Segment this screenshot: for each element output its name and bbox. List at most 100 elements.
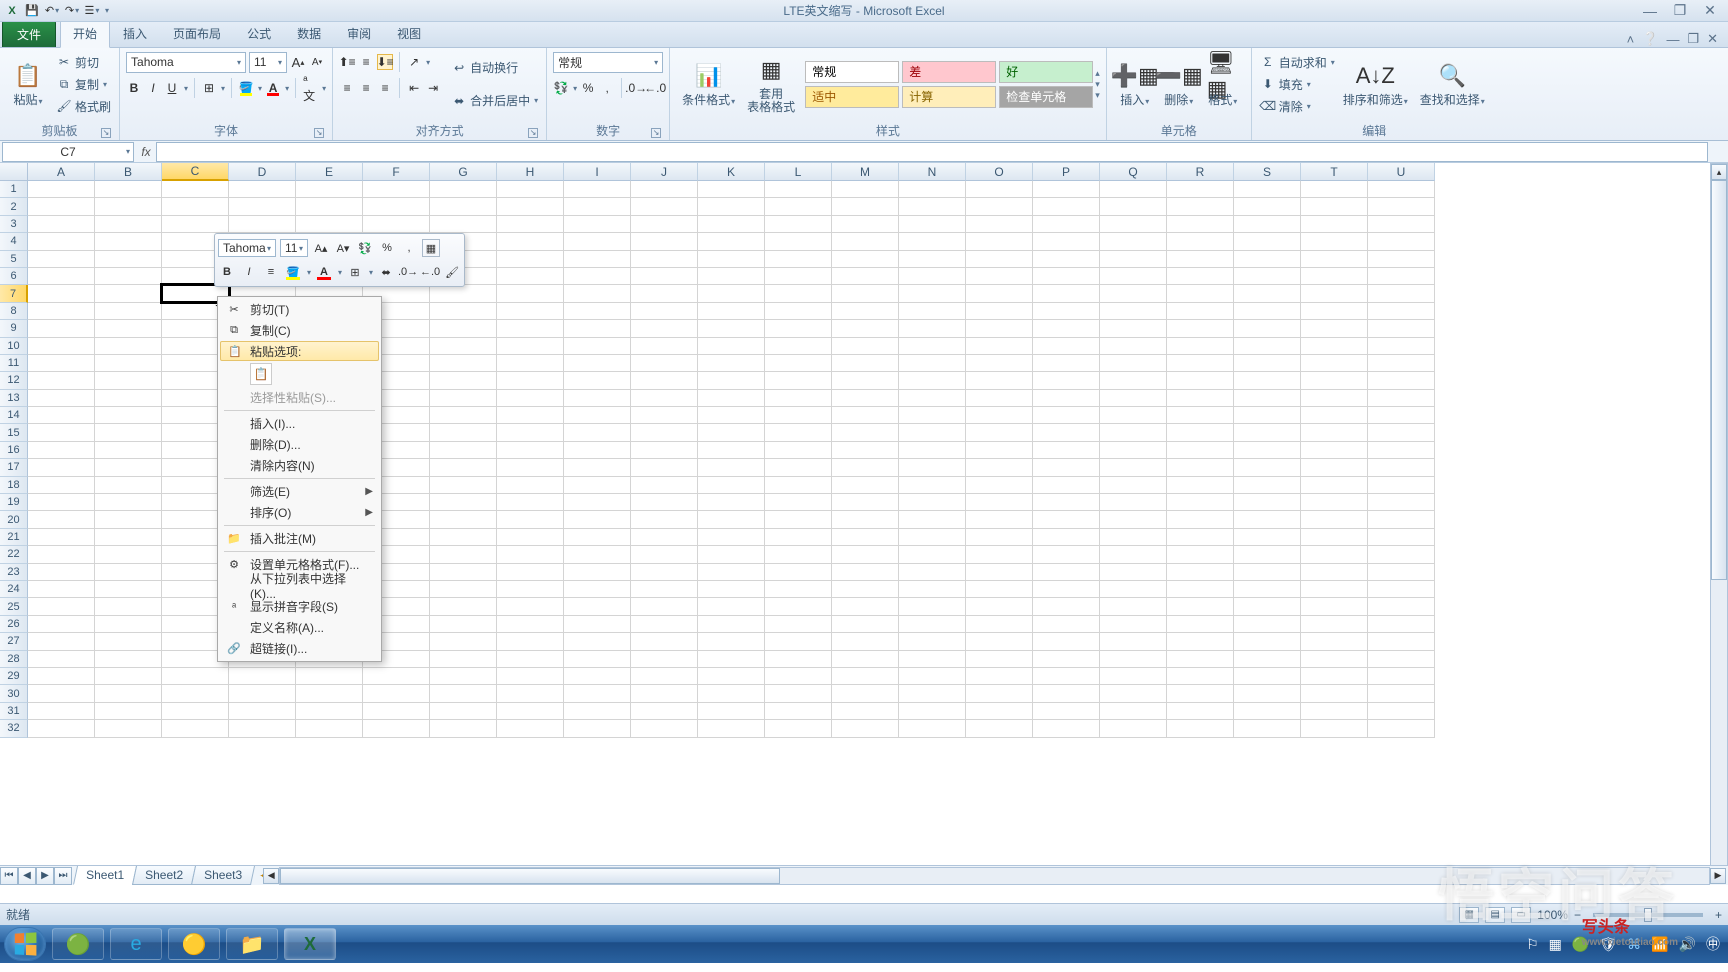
mini-fillcolor-icon[interactable]: 🪣: [284, 263, 302, 281]
column-header[interactable]: T: [1301, 163, 1368, 181]
scroll-up-icon[interactable]: ▴: [1711, 164, 1727, 180]
mini-accounting-icon[interactable]: 💱: [356, 239, 374, 257]
row-header[interactable]: 9: [0, 320, 28, 337]
table-format-button[interactable]: ▦套用 表格格式: [741, 51, 801, 117]
scroll-left-icon[interactable]: ◀: [263, 868, 279, 884]
conditional-format-button[interactable]: 📊条件格式▾: [676, 51, 741, 117]
align-bottom-icon[interactable]: ⬇≡: [377, 54, 393, 70]
tray-network-icon[interactable]: 📶: [1651, 936, 1668, 953]
cell-style-item[interactable]: 计算: [902, 86, 996, 108]
font-color-icon[interactable]: A: [265, 80, 281, 96]
sheet-tab[interactable]: Sheet2: [132, 866, 196, 885]
row-header[interactable]: 17: [0, 459, 28, 476]
style-scroll-down-icon[interactable]: ▾: [1095, 79, 1100, 90]
context-menu-item[interactable]: ⧉复制(C): [220, 320, 379, 341]
context-menu-item[interactable]: 📁插入批注(M): [220, 528, 379, 549]
column-header[interactable]: M: [832, 163, 899, 181]
clear-button[interactable]: ⌫清除▾: [1258, 97, 1337, 116]
row-header[interactable]: 6: [0, 268, 28, 285]
font-size-combo[interactable]: 11▾: [249, 52, 287, 73]
start-button[interactable]: [4, 927, 46, 961]
fill-color-icon[interactable]: 🪣: [238, 80, 254, 96]
cell-style-item[interactable]: 好: [999, 61, 1093, 83]
hscroll-thumb[interactable]: [280, 868, 780, 884]
dialog-launcher-icon[interactable]: ↘: [528, 128, 538, 138]
workbook-close-icon[interactable]: ✕: [1707, 31, 1718, 47]
align-left-icon[interactable]: ≡: [339, 80, 355, 96]
taskbar-item-excel[interactable]: X: [284, 928, 336, 960]
align-top-icon[interactable]: ⬆≡: [339, 54, 355, 70]
tray-app-icon[interactable]: ▦: [1549, 936, 1562, 953]
row-header[interactable]: 8: [0, 303, 28, 320]
qat-customize-icon[interactable]: ▾: [105, 6, 109, 15]
column-header[interactable]: E: [296, 163, 363, 181]
row-header[interactable]: 16: [0, 442, 28, 459]
vscroll-thumb[interactable]: [1711, 180, 1727, 580]
zoom-out-icon[interactable]: −: [1574, 908, 1581, 922]
zoom-in-icon[interactable]: +: [1715, 908, 1722, 922]
column-header[interactable]: C: [162, 163, 229, 181]
align-center-icon[interactable]: ≡: [358, 80, 374, 96]
align-right-icon[interactable]: ≡: [377, 80, 393, 96]
taskbar-item[interactable]: 🟡: [168, 928, 220, 960]
shrink-font-icon[interactable]: A▾: [309, 54, 325, 70]
row-header[interactable]: 25: [0, 598, 28, 615]
mini-incdec-icon[interactable]: .0→: [399, 263, 417, 281]
context-menu-item[interactable]: 定义名称(A)...: [220, 617, 379, 638]
merge-center-button[interactable]: ⬌合并后居中▾: [449, 91, 540, 110]
column-header[interactable]: P: [1033, 163, 1100, 181]
mini-grow-font-icon[interactable]: A▴: [312, 239, 330, 257]
ribbon-tab[interactable]: 视图: [384, 18, 434, 47]
mini-merge-icon[interactable]: ⬌: [377, 263, 395, 281]
column-header[interactable]: I: [564, 163, 631, 181]
mini-size-combo[interactable]: 11▾: [280, 239, 308, 257]
row-header[interactable]: 10: [0, 338, 28, 355]
row-header[interactable]: 22: [0, 546, 28, 563]
row-header[interactable]: 13: [0, 390, 28, 407]
mini-bold-icon[interactable]: B: [218, 263, 236, 281]
increase-decimal-icon[interactable]: .0→: [628, 80, 644, 96]
dialog-launcher-icon[interactable]: ↘: [101, 128, 111, 138]
mini-decdec-icon[interactable]: ←.0: [421, 263, 439, 281]
column-header[interactable]: H: [497, 163, 564, 181]
font-name-combo[interactable]: Tahoma▾: [126, 52, 246, 73]
workbook-restore-icon[interactable]: ❐: [1687, 31, 1699, 47]
restore-icon[interactable]: ❐: [1672, 3, 1688, 19]
row-header[interactable]: 26: [0, 616, 28, 633]
column-header[interactable]: A: [28, 163, 95, 181]
italic-icon[interactable]: I: [145, 80, 161, 96]
fx-icon[interactable]: fx: [136, 145, 156, 159]
sort-filter-button[interactable]: A↓Z排序和筛选▾: [1337, 51, 1414, 117]
mini-fmtpainter-icon[interactable]: 🖌: [443, 263, 461, 281]
mini-fontcolor-icon[interactable]: A: [315, 263, 333, 281]
help-icon[interactable]: ❔: [1642, 31, 1658, 47]
tray-volume-icon[interactable]: 🔊: [1679, 936, 1696, 953]
tray-bt-icon[interactable]: ⌘: [1627, 936, 1641, 953]
mini-shrink-font-icon[interactable]: A▾: [334, 239, 352, 257]
horizontal-scrollbar[interactable]: ◀ ▶: [279, 867, 1710, 885]
style-more-icon[interactable]: ▾: [1095, 90, 1100, 101]
row-header[interactable]: 14: [0, 407, 28, 424]
decrease-decimal-icon[interactable]: ←.0: [647, 80, 663, 96]
undo-icon[interactable]: ↶▾: [44, 3, 60, 19]
find-select-button[interactable]: 🔍查找和选择▾: [1414, 51, 1491, 117]
paste-button[interactable]: 📋 粘贴▾: [6, 51, 50, 117]
mini-comma-icon[interactable]: ,: [400, 239, 418, 257]
row-header[interactable]: 19: [0, 494, 28, 511]
number-format-combo[interactable]: 常规▾: [553, 52, 663, 73]
tray-shield-icon[interactable]: 🛡: [1599, 936, 1617, 953]
normal-view-icon[interactable]: ▦: [1459, 907, 1479, 923]
qat-more-icon[interactable]: ☰▾: [84, 3, 100, 19]
row-header[interactable]: 31: [0, 703, 28, 720]
cell-style-item[interactable]: 常规: [805, 61, 899, 83]
minimize-icon[interactable]: ―: [1642, 3, 1658, 19]
save-icon[interactable]: 💾: [24, 3, 40, 19]
format-painter-button[interactable]: 🖌格式刷: [54, 97, 113, 116]
mini-center-icon[interactable]: ≡: [262, 263, 280, 281]
context-menu-item[interactable]: 清除内容(N): [220, 455, 379, 476]
delete-cells-button[interactable]: ➖▦删除▾: [1157, 51, 1201, 117]
formula-input[interactable]: [156, 142, 1708, 162]
row-header[interactable]: 3: [0, 216, 28, 233]
fill-button[interactable]: ⬇填充▾: [1258, 75, 1337, 94]
bold-icon[interactable]: B: [126, 80, 142, 96]
